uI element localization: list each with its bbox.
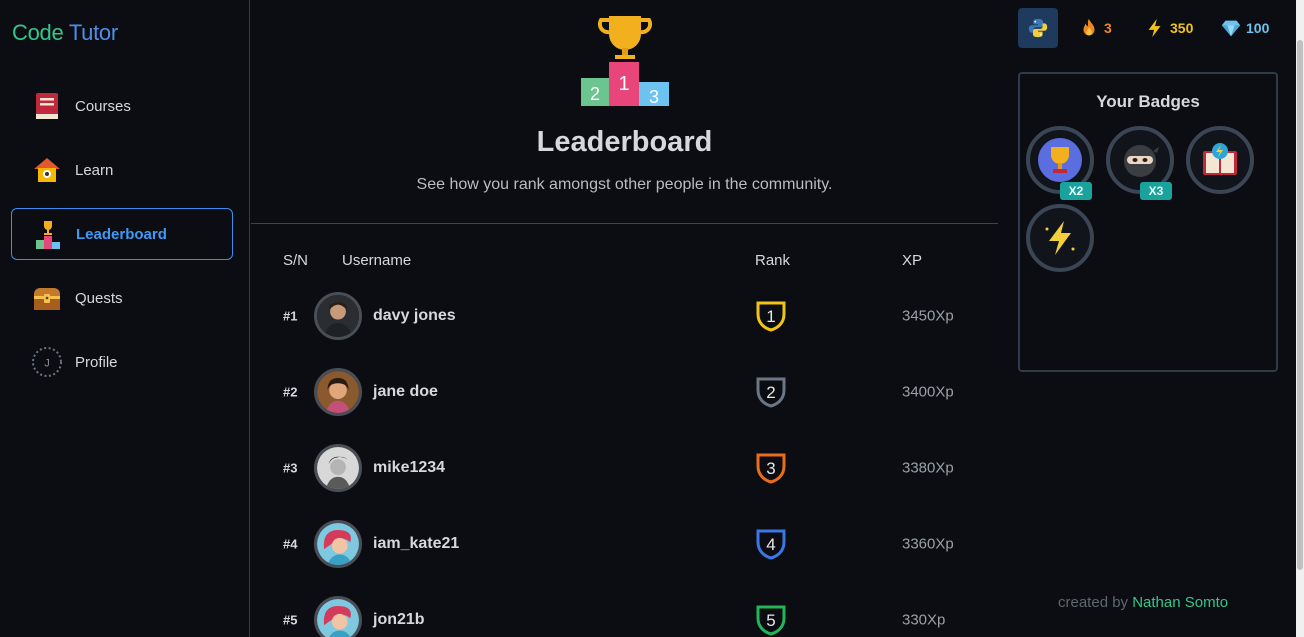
rank-shield-icon: 1 [756, 301, 786, 332]
rank-shield-icon: 4 [756, 529, 786, 560]
xp-value: 3400Xp [902, 383, 954, 401]
user-stats-bar: 3 350 100 [1018, 8, 1288, 48]
scrollbar-thumb[interactable] [1297, 40, 1303, 570]
username[interactable]: davy jones [373, 307, 456, 325]
school-icon [31, 154, 63, 186]
row-sn: #4 [283, 536, 298, 552]
energy-count: 350 [1170, 20, 1194, 36]
xp-value: 330Xp [902, 611, 946, 629]
streak-count: 3 [1104, 20, 1112, 36]
row-sn: #2 [283, 384, 298, 400]
column-header-username: Username [342, 252, 412, 269]
book-lightning-badge-icon [1203, 143, 1237, 175]
rank-shield-icon: 2 [756, 377, 786, 408]
table-row[interactable]: #2 jane doe 2 3400Xp [251, 354, 998, 430]
streak-stat: 3 [1078, 16, 1112, 40]
gem-icon [1221, 20, 1241, 37]
username[interactable]: jon21b [373, 611, 425, 629]
profile-avatar-icon: J [31, 346, 63, 378]
badge-count: X2 [1060, 182, 1092, 200]
avatar[interactable] [314, 520, 362, 568]
page-subtitle: See how you rank amongst other people in… [416, 176, 833, 193]
svg-text:4: 4 [766, 535, 775, 554]
lightning-badge-icon [1045, 221, 1075, 255]
table-row[interactable]: #3 mike1234 3 3380Xp [251, 430, 998, 506]
page-title: Leaderboard [536, 126, 713, 158]
row-sn: #5 [283, 612, 298, 628]
lightning-icon [1148, 18, 1161, 38]
sidebar: Code Tutor Courses Learn Leaderboard Que… [0, 0, 250, 637]
svg-text:3: 3 [649, 87, 659, 107]
badge-book-lightning[interactable] [1186, 126, 1254, 194]
xp-value: 3380Xp [902, 459, 954, 477]
row-sn: #3 [283, 460, 298, 476]
fire-icon [1083, 18, 1095, 36]
rank-shield-icon: 5 [756, 605, 786, 636]
sidebar-item-label: Leaderboard [76, 225, 167, 243]
avatar[interactable] [314, 368, 362, 416]
username[interactable]: mike1234 [373, 459, 445, 477]
trophy-badge-icon [1038, 138, 1082, 182]
xp-value: 3450Xp [902, 307, 954, 325]
svg-text:J: J [44, 358, 50, 370]
podium-trophy-icon: 2 1 3 [581, 16, 669, 107]
sidebar-item-label: Courses [75, 97, 131, 115]
gems-stat: 100 [1220, 16, 1269, 40]
svg-text:2: 2 [590, 84, 600, 104]
table-row[interactable]: #1 davy jones 1 3450Xp [251, 278, 998, 354]
language-selector-button[interactable] [1018, 8, 1058, 48]
username[interactable]: iam_kate21 [373, 535, 459, 553]
row-sn: #1 [283, 308, 298, 324]
avatar[interactable] [314, 596, 362, 637]
avatar[interactable] [314, 292, 362, 340]
book-icon [31, 90, 63, 122]
svg-text:1: 1 [618, 73, 629, 95]
column-header-rank: Rank [755, 252, 791, 269]
sidebar-item-leaderboard[interactable]: Leaderboard [11, 208, 233, 260]
python-icon [1028, 18, 1048, 38]
svg-text:1: 1 [766, 307, 775, 326]
ninja-badge-icon [1124, 145, 1159, 177]
badges-panel: Your Badges X2 X3 [1018, 72, 1278, 372]
badge-trophy[interactable]: X2 [1026, 126, 1094, 200]
podium-icon [32, 218, 64, 250]
footer-credit: created by Nathan Somto [1058, 594, 1229, 611]
sidebar-item-label: Profile [75, 353, 118, 371]
sidebar-item-quests[interactable]: Quests [11, 272, 233, 324]
sidebar-item-courses[interactable]: Courses [11, 80, 233, 132]
avatar[interactable] [314, 444, 362, 492]
sidebar-item-label: Quests [75, 289, 123, 307]
badge-lightning[interactable] [1026, 204, 1094, 272]
author-link[interactable]: Nathan Somto [1132, 594, 1228, 611]
sidebar-item-learn[interactable]: Learn [11, 144, 233, 196]
badges-title: Your Badges [1096, 92, 1200, 111]
sidebar-item-profile[interactable]: J Profile [11, 336, 233, 388]
rank-shield-icon: 3 [756, 453, 786, 484]
table-row[interactable]: #5 jon21b 5 330Xp [251, 582, 998, 637]
divider [251, 223, 998, 224]
energy-stat: 350 [1144, 16, 1193, 40]
brand-logo[interactable]: Code Tutor [12, 20, 118, 46]
xp-value: 3360Xp [902, 535, 954, 553]
scrollbar[interactable] [1296, 0, 1304, 637]
sidebar-item-label: Learn [75, 161, 114, 179]
badge-count: X3 [1140, 182, 1172, 200]
svg-text:2: 2 [766, 383, 775, 402]
badge-ninja[interactable]: X3 [1106, 126, 1174, 200]
treasure-chest-icon [31, 282, 63, 314]
gems-count: 100 [1246, 20, 1270, 36]
column-header-sn: S/N [283, 252, 309, 269]
svg-text:3: 3 [766, 459, 775, 478]
svg-text:5: 5 [766, 611, 775, 630]
leaderboard-main: 2 1 3 Leaderboard See how you rank among… [251, 0, 998, 637]
table-row[interactable]: #4 iam_kate21 4 3360Xp [251, 506, 998, 582]
username[interactable]: jane doe [373, 383, 438, 401]
column-header-xp: XP [902, 252, 923, 269]
